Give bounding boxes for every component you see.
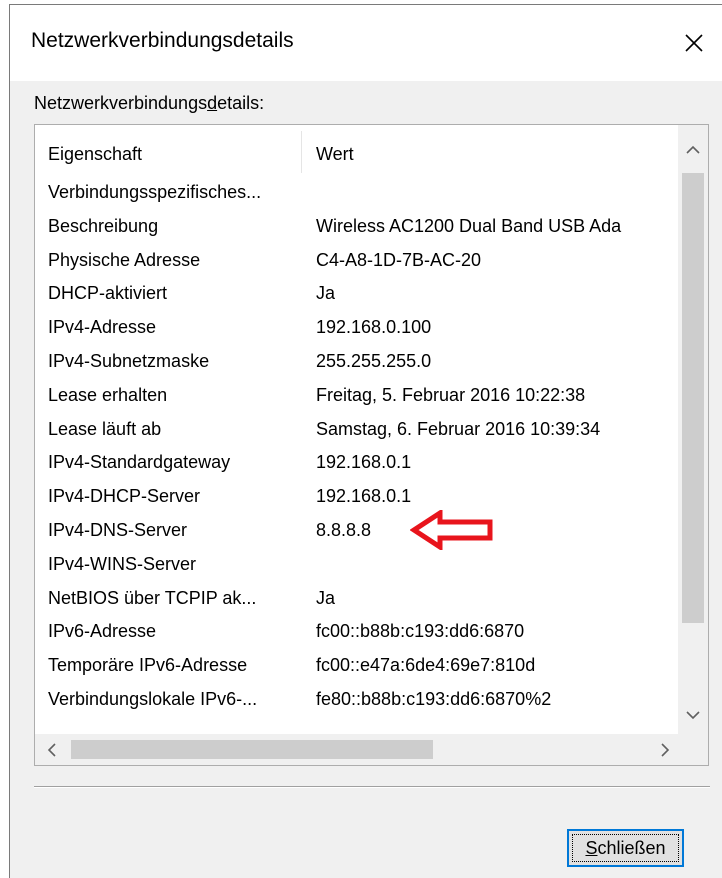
separator-line — [34, 786, 710, 787]
row-property: Verbindungslokale IPv6-... — [48, 688, 258, 709]
horizontal-scrollbar[interactable] — [35, 734, 680, 765]
vertical-scroll-thumb[interactable] — [682, 173, 704, 623]
row-value: 192.168.0.1 — [316, 452, 412, 473]
close-window-button[interactable] — [666, 5, 722, 81]
schliessen-button-label: Schließen — [585, 837, 666, 858]
title-bar: Netzwerkverbindungsdetails — [10, 5, 722, 81]
details-caption: Netzwerkverbindungsdetails: — [34, 93, 265, 113]
row-property: Verbindungsspezifisches... — [48, 182, 262, 202]
table-row[interactable]: Temporäre IPv6-Adresse fc00::e47a:6de4:69… — [35, 649, 680, 683]
list-rows: Verbindungsspezifisches... Beschreibung Wi… — [35, 176, 680, 717]
table-row[interactable]: Beschreibung Wireless AC1200 Dual Band US… — [35, 210, 680, 244]
row-value: 192.168.0.1 — [316, 486, 412, 507]
table-row[interactable]: IPv6-Adresse fc00::b88b:c193:dd6:6870 — [35, 615, 680, 649]
table-row[interactable]: IPv4-WINS-Server — [35, 548, 680, 582]
horizontal-scroll-thumb[interactable] — [71, 740, 433, 759]
chevron-left-icon — [47, 742, 56, 757]
table-row[interactable]: IPv4-DHCP-Server 192.168.0.1 — [35, 480, 680, 514]
table-row[interactable]: IPv4-Subnetzmaske 255.255.255.0 — [35, 345, 680, 379]
scroll-left-button[interactable] — [37, 734, 67, 765]
table-row[interactable]: Verbindungsspezifisches... — [35, 176, 680, 210]
red-arrow-icon — [410, 510, 493, 550]
table-row[interactable]: Physische Adresse C4-A8-1D-7B-AC-20 — [35, 244, 680, 278]
table-row[interactable]: IPv4-Standardgateway 192.168.0.1 — [35, 446, 680, 480]
row-value: Samstag, 6. Februar 2016 10:39:34 — [316, 418, 601, 439]
row-property: Lease läuft ab — [48, 418, 162, 439]
close-icon — [685, 34, 703, 52]
row-value: fe80::b88b:c193:dd6:6870%2 — [316, 688, 552, 709]
row-property: Lease erhalten — [48, 384, 168, 405]
row-property: NetBIOS über TCPIP ak... — [48, 587, 257, 608]
list-header: Eigenschaft Wert — [35, 125, 680, 173]
row-property: IPv4-WINS-Server — [48, 553, 197, 574]
row-value: fc00::b88b:c193:dd6:6870 — [316, 621, 525, 642]
row-value: fc00::e47a:6de4:69e7:810d — [316, 655, 536, 676]
row-value: 192.168.0.100 — [316, 317, 432, 338]
dialog-title: Netzwerkverbindungsdetails — [31, 29, 294, 52]
details-list[interactable]: Eigenschaft Wert Verbindungsspezifisches… — [34, 124, 709, 766]
table-row[interactable]: NetBIOS über TCPIP ak... Ja — [35, 582, 680, 616]
table-row[interactable]: IPv4-Adresse 192.168.0.100 — [35, 311, 680, 345]
table-row[interactable]: Lease läuft ab Samstag, 6. Februar 2016 1… — [35, 413, 680, 447]
row-property: Temporäre IPv6-Adresse — [48, 655, 248, 676]
row-value: Ja — [316, 283, 336, 304]
row-value: 255.255.255.0 — [316, 350, 432, 371]
scroll-up-button[interactable] — [678, 135, 708, 165]
table-row[interactable]: Verbindungslokale IPv6-... fe80::b88b:c19… — [35, 683, 680, 717]
scroll-down-button[interactable] — [678, 700, 708, 730]
table-row[interactable]: DHCP-aktiviert Ja — [35, 277, 680, 311]
scroll-right-button[interactable] — [650, 734, 680, 765]
row-property: IPv4-Standardgateway — [48, 452, 231, 473]
row-value: Ja — [316, 587, 336, 608]
chevron-right-icon — [661, 742, 670, 757]
row-property: IPv4-DHCP-Server — [48, 486, 201, 507]
row-property: IPv6-Adresse — [48, 621, 157, 642]
vertical-scrollbar[interactable] — [678, 125, 708, 734]
row-value: Freitag, 5. Februar 2016 10:22:38 — [316, 384, 586, 405]
column-header-property[interactable]: Eigenschaft — [48, 144, 142, 165]
row-property: IPv4-DNS-Server — [48, 519, 188, 540]
table-row[interactable]: Lease erhalten Freitag, 5. Februar 2016 1… — [35, 379, 680, 413]
column-header-value[interactable]: Wert — [316, 144, 354, 165]
column-divider[interactable] — [301, 131, 302, 173]
row-value: Wireless AC1200 Dual Band USB Ada — [316, 215, 622, 236]
row-value: 8.8.8.8 — [316, 519, 372, 540]
scrollbar-corner — [678, 734, 708, 765]
chevron-up-icon — [686, 145, 700, 154]
row-property: IPv4-Adresse — [48, 317, 157, 338]
row-property: Beschreibung — [48, 215, 159, 236]
details-list-viewport: Eigenschaft Wert Verbindungsspezifisches… — [35, 125, 680, 734]
row-property: DHCP-aktiviert — [48, 283, 168, 304]
row-property: IPv4-Subnetzmaske — [48, 350, 210, 371]
row-value: C4-A8-1D-7B-AC-20 — [316, 249, 482, 270]
schliessen-button[interactable]: Schließen — [567, 829, 684, 867]
table-row[interactable]: IPv4-DNS-Server 8.8.8.8 — [35, 514, 680, 548]
chevron-down-icon — [686, 711, 700, 720]
network-details-dialog: Netzwerkverbindungsdetails Netzwerkverbi… — [9, 4, 722, 878]
row-property: Physische Adresse — [48, 249, 201, 270]
